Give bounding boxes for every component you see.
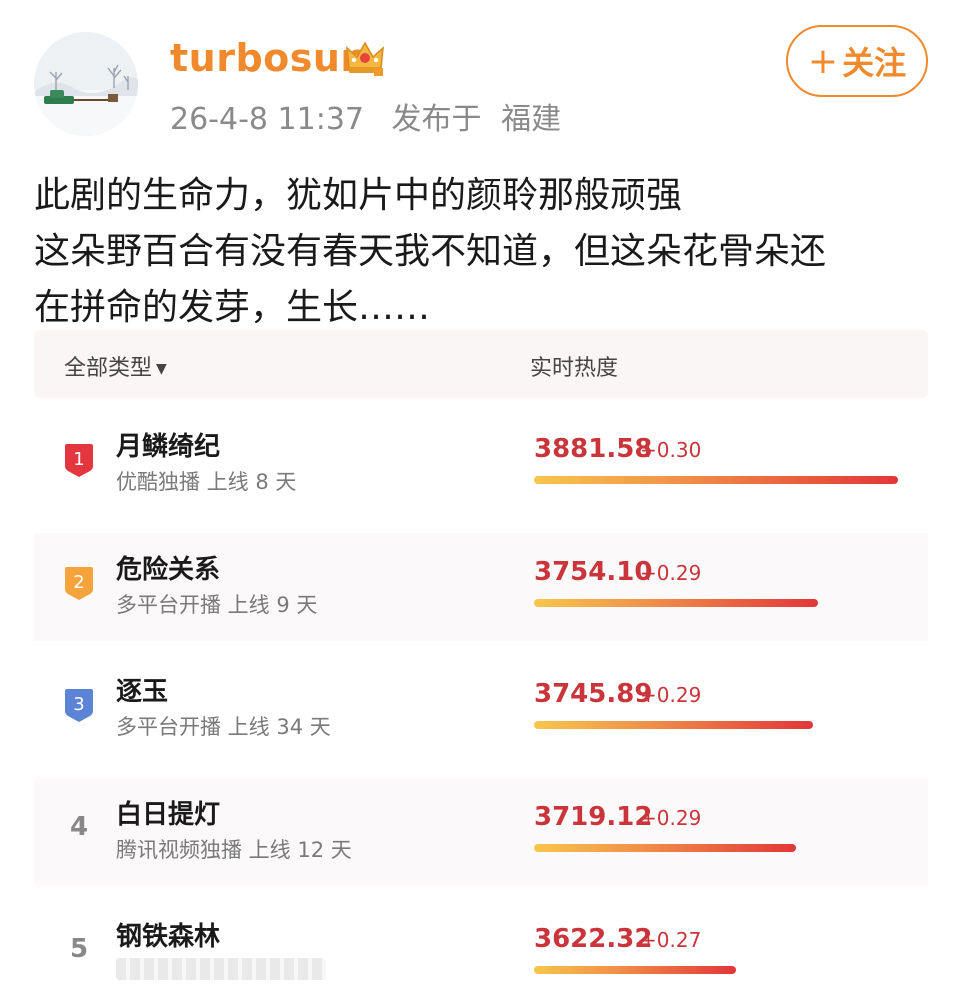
avatar[interactable] <box>34 32 138 136</box>
ranking-row[interactable]: 5 钢铁森林 3622.32 +0.27 <box>34 900 928 1008</box>
show-title[interactable]: 钢铁森林 <box>116 916 220 953</box>
caret-down-icon: ▼ <box>156 361 167 377</box>
show-title[interactable]: 白日提灯 <box>116 794 220 831</box>
show-info: 多平台开播 上线 9 天 <box>116 593 318 617</box>
heat-bar <box>534 721 813 729</box>
show-info: 腾讯视频独播 上线 12 天 <box>116 838 352 862</box>
rank-badge-icon: 1 <box>65 444 93 477</box>
avatar-image <box>34 32 138 136</box>
heat-bar <box>534 966 736 974</box>
heat-column-header: 实时热度 <box>530 356 619 381</box>
heat-delta: +0.29 <box>640 683 702 707</box>
post-meta: 26-4-8 11:37 发布于 福建 <box>170 94 579 138</box>
heat-bar <box>534 476 898 484</box>
post-timestamp: 26-4-8 11:37 <box>170 102 364 137</box>
follow-button[interactable]: + 关注 <box>786 25 928 97</box>
ranking-row[interactable]: 3 逐玉多平台开播 上线 34 天 3745.89 +0.29 <box>34 655 928 763</box>
heat-value: 3622.32 <box>534 924 653 954</box>
ranking-row[interactable]: 1 月鳞绮纪优酷独播 上线 8 天 3881.58 +0.30 <box>34 410 928 518</box>
type-filter-label: 全部类型 <box>64 356 153 381</box>
heat-value: 3754.10 <box>534 557 653 587</box>
heat-delta: +0.29 <box>640 806 702 830</box>
ranking-row[interactable]: 2 危险关系多平台开播 上线 9 天 3754.10 +0.29 <box>34 533 928 641</box>
rank-badge-icon: 3 <box>65 689 93 722</box>
follow-label: 关注 <box>842 44 907 82</box>
post-text-line: 这朵野百合有没有春天我不知道，但这朵花骨朵还 <box>34 231 827 272</box>
heat-bar <box>534 844 796 852</box>
rank-badge-icon: 2 <box>65 567 93 600</box>
rank-number: 4 <box>70 812 89 842</box>
rank-number: 3 <box>73 694 84 715</box>
rank-number: 5 <box>70 934 89 964</box>
post-header: turbosun 26-4-8 11:37 发布于 福建 + 关注 <box>0 0 960 150</box>
ranking-row[interactable]: 4 白日提灯腾讯视频独播 上线 12 天 3719.12 +0.29 <box>34 778 928 886</box>
post-location: 福建 <box>501 102 562 137</box>
location-prefix: 发布于 <box>391 102 482 137</box>
username[interactable]: turbosun <box>170 36 368 80</box>
show-title[interactable]: 月鳞绮纪 <box>116 426 220 463</box>
heat-delta: +0.29 <box>640 561 702 585</box>
show-title[interactable]: 逐玉 <box>116 671 168 708</box>
ranking-header: 全部类型 ▼ 实时热度 <box>34 330 928 398</box>
vip-crown-icon <box>346 41 384 76</box>
post-body: 此剧的生命力，犹如片中的颜聆那般顽强 这朵野百合有没有春天我不知道，但这朵花骨朵… <box>34 168 934 336</box>
show-title[interactable]: 危险关系 <box>116 549 220 586</box>
heat-bar <box>534 599 818 607</box>
rank-number: 1 <box>73 449 84 470</box>
rank-number: 2 <box>73 572 84 593</box>
show-info: 优酷独播 上线 8 天 <box>116 470 297 494</box>
type-filter-dropdown[interactable]: 全部类型 ▼ <box>64 350 167 382</box>
show-info: 多平台开播 上线 34 天 <box>116 715 331 739</box>
heat-value: 3881.58 <box>534 434 653 464</box>
heat-delta: +0.30 <box>640 438 702 462</box>
post-text-line: 此剧的生命力，犹如片中的颜聆那般顽强 <box>34 175 683 216</box>
post-text-line: 在拼命的发芽，生长…… <box>34 287 431 328</box>
heat-delta: +0.27 <box>640 928 702 952</box>
blurred-info <box>116 958 326 980</box>
heat-value: 3719.12 <box>534 802 653 832</box>
heat-value: 3745.89 <box>534 679 653 709</box>
plus-icon: + <box>807 40 839 82</box>
ranking-card: 全部类型 ▼ 实时热度 1 月鳞绮纪优酷独播 上线 8 天 3881.58 +0.30 2… <box>34 330 928 1008</box>
